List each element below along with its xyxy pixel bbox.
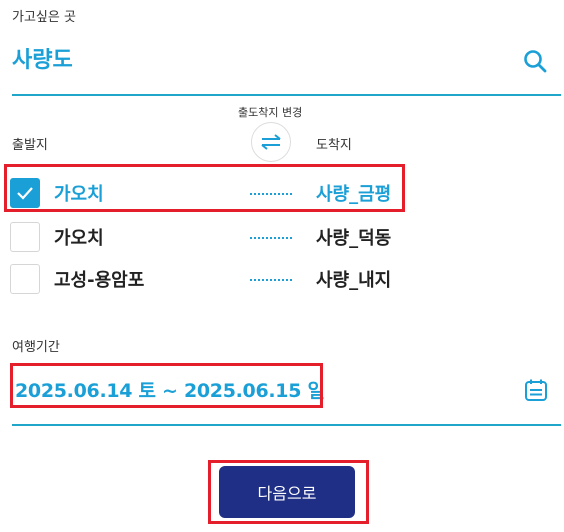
swap-label: 출도착지 변경: [238, 106, 303, 119]
route-arrival: 사량_덕동: [316, 228, 392, 249]
departure-header: 출발지: [12, 138, 48, 153]
swap-arrows-icon: [261, 134, 281, 150]
route-checkbox[interactable]: [10, 264, 40, 294]
route-departure: 가오치: [54, 228, 104, 249]
period-value[interactable]: 2025.06.14 토 ~ 2025.06.15 일: [15, 376, 325, 403]
arrival-header: 도착지: [316, 138, 352, 153]
route-option[interactable]: 가오치 사량_덕동: [10, 220, 400, 254]
search-icon[interactable]: [522, 48, 548, 74]
swap-button[interactable]: [251, 122, 291, 162]
destination-label: 가고싶은 곳: [12, 10, 76, 25]
route-checkbox[interactable]: [10, 222, 40, 252]
route-connector: [250, 279, 292, 281]
route-arrival: 사량_내지: [316, 270, 392, 291]
destination-value[interactable]: 사량도: [12, 42, 73, 74]
next-button[interactable]: 다음으로: [219, 466, 355, 518]
period-label: 여행기간: [12, 340, 60, 355]
route-option[interactable]: 가오치 사량_금평: [10, 176, 400, 210]
destination-underline: [12, 94, 561, 96]
period-underline: [12, 424, 561, 426]
route-departure: 가오치: [54, 184, 104, 205]
route-departure: 고성-용암포: [54, 270, 145, 291]
calendar-icon[interactable]: [524, 378, 548, 402]
route-checkbox[interactable]: [10, 178, 40, 208]
route-connector: [250, 237, 292, 239]
check-icon: [17, 187, 33, 200]
route-arrival: 사량_금평: [316, 184, 392, 205]
route-connector: [250, 193, 292, 195]
route-option[interactable]: 고성-용암포 사량_내지: [10, 262, 400, 296]
